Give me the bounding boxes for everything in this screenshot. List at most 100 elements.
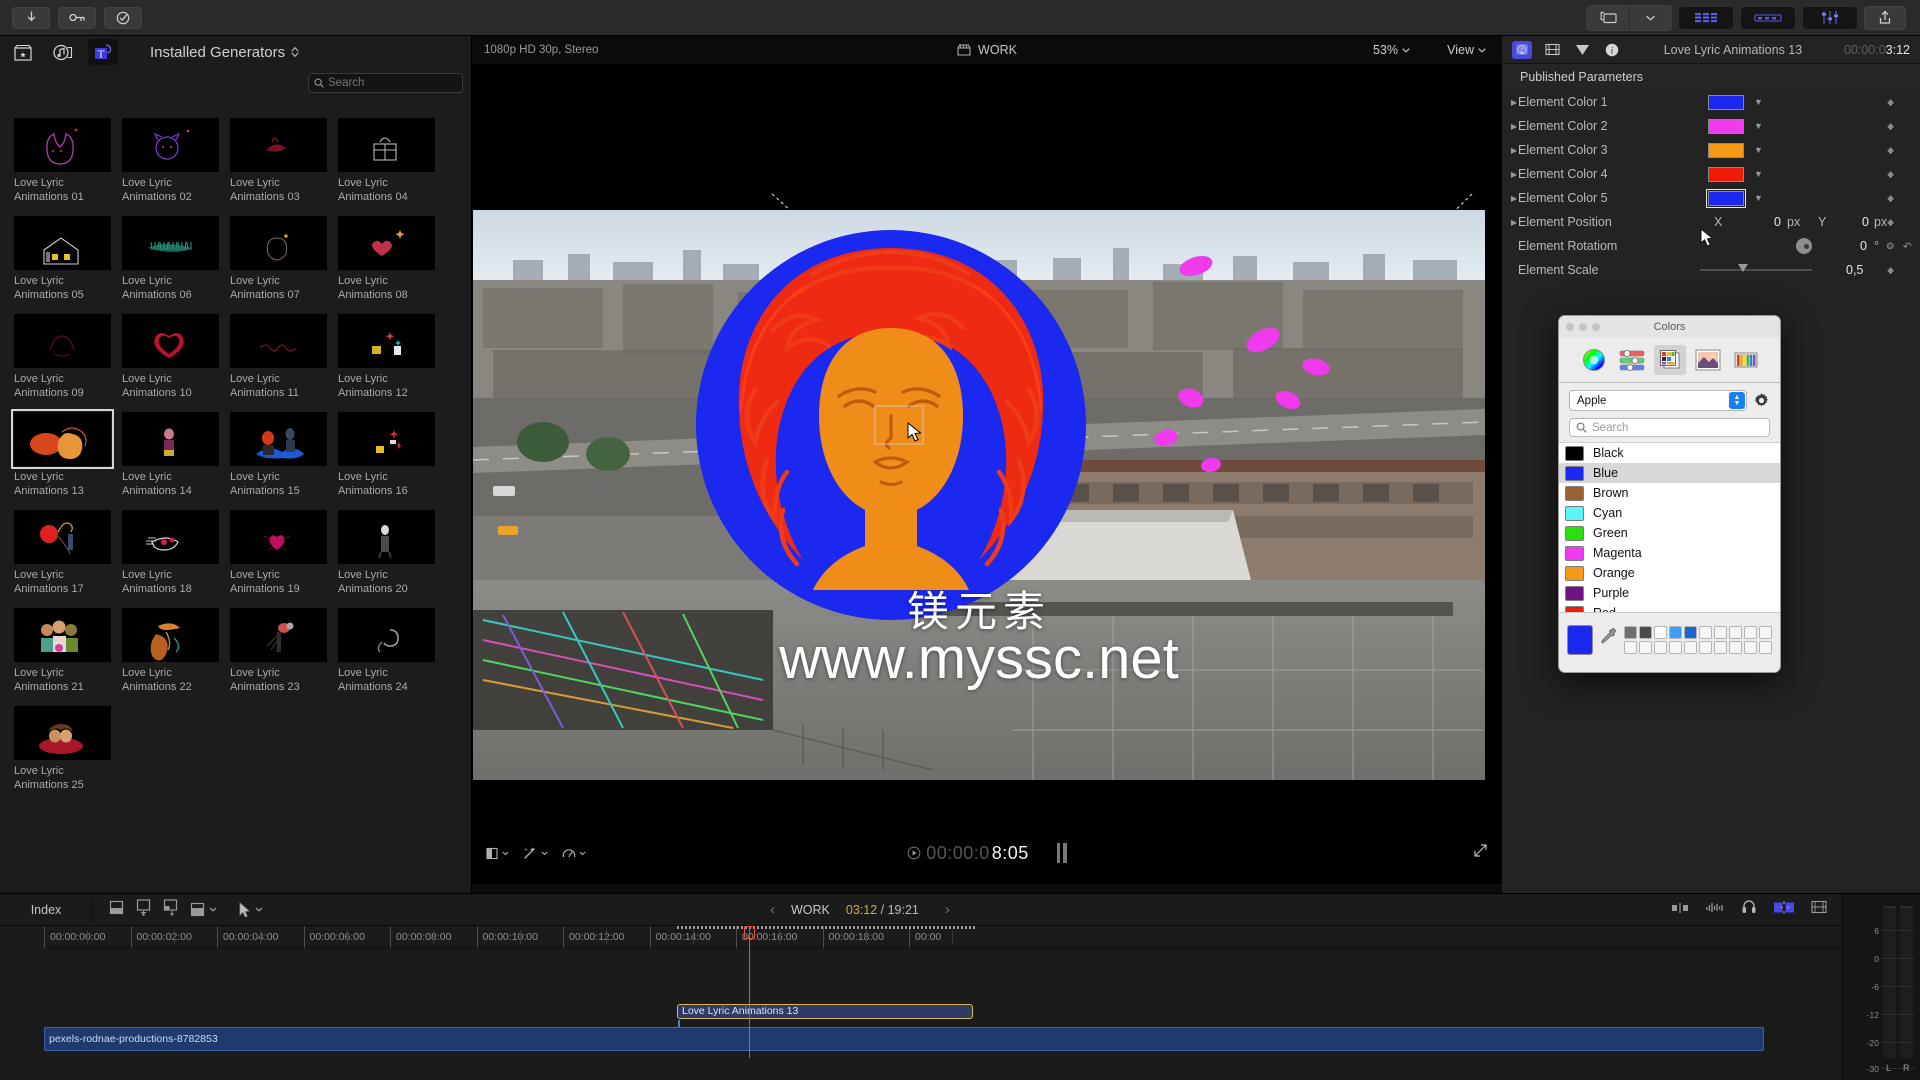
generator-item-11[interactable]: Love Lyric Animations 11 xyxy=(230,314,338,400)
display-icon[interactable] xyxy=(1587,6,1629,30)
rotation-dial[interactable] xyxy=(1796,238,1812,254)
colors-titlebar[interactable]: Colors xyxy=(1559,316,1780,338)
generator-item-12[interactable]: Love Lyric Animations 12 xyxy=(338,314,446,400)
audio-skimming-icon[interactable] xyxy=(1705,901,1725,919)
minimize-dot[interactable] xyxy=(1579,323,1587,331)
chevron-down-icon[interactable]: ▼ xyxy=(1754,97,1763,107)
generator-item-16[interactable]: Love Lyric Animations 16 xyxy=(338,412,446,498)
disclosure-triangle-icon[interactable]: ▶ xyxy=(1502,194,1518,203)
gear-icon[interactable] xyxy=(1753,392,1770,409)
display-mode-group[interactable] xyxy=(1586,4,1672,31)
color-list-item[interactable]: Black xyxy=(1559,443,1780,463)
color-swatch-list[interactable]: Black Blue Brown Cyan Green Magenta Orange Purp… xyxy=(1559,442,1780,612)
generator-item-09[interactable]: Love Lyric Animations 09 xyxy=(14,314,122,400)
recent-color-cell[interactable] xyxy=(1744,625,1757,639)
generator-grid-scroll[interactable]: Love Lyric Animations 01 Love Lyric Anima… xyxy=(0,104,471,893)
recent-color-cell[interactable] xyxy=(1669,640,1682,654)
color-list-item[interactable]: Red xyxy=(1559,603,1780,612)
generator-item-23[interactable]: Love Lyric Animations 23 xyxy=(230,608,338,694)
recent-color-cell[interactable] xyxy=(1639,625,1652,639)
solo-icon[interactable] xyxy=(1741,900,1757,919)
insert-icon[interactable] xyxy=(136,898,151,921)
reset-arrow-icon[interactable]: ↶ xyxy=(1903,240,1912,253)
generator-item-14[interactable]: Love Lyric Animations 14 xyxy=(122,412,230,498)
timeline-tracks[interactable]: Love Lyric Animations 13 pexels-rodnae-p… xyxy=(44,926,1920,1058)
disclosure-triangle-icon[interactable]: ▶ xyxy=(1502,98,1518,107)
video-tab[interactable] xyxy=(1542,41,1562,59)
generator-item-07[interactable]: Love Lyric Animations 07 xyxy=(230,216,338,302)
keyword-key-icon[interactable] xyxy=(58,6,96,29)
color-list-item[interactable]: Green xyxy=(1559,523,1780,543)
color-swatch[interactable] xyxy=(1708,166,1744,182)
clip-appearance-icon[interactable] xyxy=(1811,900,1827,919)
palette-stepper[interactable]: ▲ ▼ xyxy=(1729,392,1745,409)
color-swatch[interactable] xyxy=(1708,94,1744,110)
disclosure-triangle-icon[interactable]: ▶ xyxy=(1502,170,1518,179)
color-tab[interactable] xyxy=(1572,41,1592,59)
generator-item-03[interactable]: Love Lyric Animations 03 xyxy=(230,118,338,204)
keyframe-diamond-icon[interactable]: ◆ xyxy=(1887,265,1894,276)
generator-tab[interactable]: 2 xyxy=(1512,40,1532,59)
recent-color-cell[interactable] xyxy=(1639,640,1652,654)
color-list-item[interactable]: Brown xyxy=(1559,483,1780,503)
connect-icon[interactable] xyxy=(190,902,217,917)
chevron-right-icon[interactable]: › xyxy=(945,901,950,918)
chevron-down-icon[interactable]: ▼ xyxy=(1754,145,1763,155)
color-swatch[interactable] xyxy=(1708,142,1744,158)
timeline-playhead[interactable] xyxy=(749,926,750,1058)
palette-select[interactable]: Apple ▲ ▼ xyxy=(1569,390,1747,411)
close-dot[interactable] xyxy=(1566,323,1574,331)
generator-item-25[interactable]: Love Lyric Animations 25 xyxy=(14,706,122,792)
recent-color-cell[interactable] xyxy=(1624,625,1637,639)
generator-item-05[interactable]: Love Lyric Animations 05 xyxy=(14,216,122,302)
search-input[interactable] xyxy=(328,77,456,89)
info-tab[interactable]: i xyxy=(1602,41,1622,59)
recent-color-cell[interactable] xyxy=(1669,625,1682,639)
recent-color-cell[interactable] xyxy=(1714,640,1727,654)
effects-sliders-icon[interactable] xyxy=(1802,5,1858,30)
color-swatch[interactable] xyxy=(1706,188,1746,208)
keyframe-diamond-icon[interactable]: ◆ xyxy=(1887,217,1894,228)
current-color-swatch[interactable] xyxy=(1567,624,1593,655)
color-list-item[interactable]: Magenta xyxy=(1559,543,1780,563)
recent-color-cell[interactable] xyxy=(1654,625,1667,639)
eyedropper-icon[interactable] xyxy=(1600,627,1617,652)
pause-bars-icon[interactable] xyxy=(1056,843,1067,863)
keyframe-diamond-icon[interactable]: ◆ xyxy=(1887,145,1894,156)
music-icon[interactable] xyxy=(48,39,78,65)
generator-item-20[interactable]: Love Lyric Animations 20 xyxy=(338,510,446,596)
search-field[interactable] xyxy=(308,73,463,93)
audio-meters-panel[interactable]: 60-6-12-20-30-50-∞ L R xyxy=(1842,894,1920,1080)
y-value[interactable]: 0 xyxy=(1862,215,1869,229)
colors-search-field[interactable]: Search xyxy=(1569,418,1770,437)
scale-value[interactable]: 0,5 xyxy=(1846,263,1863,277)
color-wheel-icon[interactable] xyxy=(1578,345,1610,375)
crayons-icon[interactable] xyxy=(1730,345,1762,375)
keyframe-diamond-icon[interactable]: ◆ xyxy=(1887,97,1894,108)
disclosure-triangle-icon[interactable]: ▶ xyxy=(1502,146,1518,155)
color-swatch[interactable] xyxy=(1708,118,1744,134)
recent-color-cell[interactable] xyxy=(1624,640,1637,654)
timeline-ruler[interactable]: 00:00:00:00 00:00:02:00 00:00:04:00 00:00:0… xyxy=(44,926,1920,948)
recent-color-cell[interactable] xyxy=(1759,625,1772,639)
window-controls[interactable] xyxy=(1566,323,1600,331)
recent-color-cell[interactable] xyxy=(1684,625,1697,639)
zoom-dot[interactable] xyxy=(1592,323,1600,331)
image-palettes-icon[interactable] xyxy=(1692,345,1724,375)
zoom-control[interactable]: 53% xyxy=(1373,43,1410,57)
chevron-down-icon[interactable]: ▼ xyxy=(1754,169,1763,179)
recent-color-cell[interactable] xyxy=(1759,640,1772,654)
viewer-timecode[interactable]: 00:00:0 8:05 xyxy=(472,843,1502,864)
color-palettes-icon[interactable] xyxy=(1653,345,1686,375)
param-row-element-color-3[interactable]: ▶ Element Color 3 ▼ ◆ xyxy=(1502,138,1920,162)
param-row-element-color-5[interactable]: ▶ Element Color 5 ▼ ◆ xyxy=(1502,186,1920,210)
x-value[interactable]: 0 xyxy=(1774,215,1781,229)
generator-item-13[interactable]: Love Lyric Animations 13 xyxy=(11,409,122,498)
disclosure-triangle-icon[interactable]: ▶ xyxy=(1502,218,1518,227)
generator-item-18[interactable]: Love Lyric Animations 18 xyxy=(122,510,230,596)
keyframe-add-icon[interactable]: ❂ xyxy=(1886,241,1894,252)
timecode-display-icon[interactable] xyxy=(1678,5,1734,30)
keyframe-diamond-icon[interactable]: ◆ xyxy=(1887,169,1894,180)
fullscreen-expand-icon[interactable] xyxy=(1473,843,1488,863)
generator-item-10[interactable]: Love Lyric Animations 10 xyxy=(122,314,230,400)
